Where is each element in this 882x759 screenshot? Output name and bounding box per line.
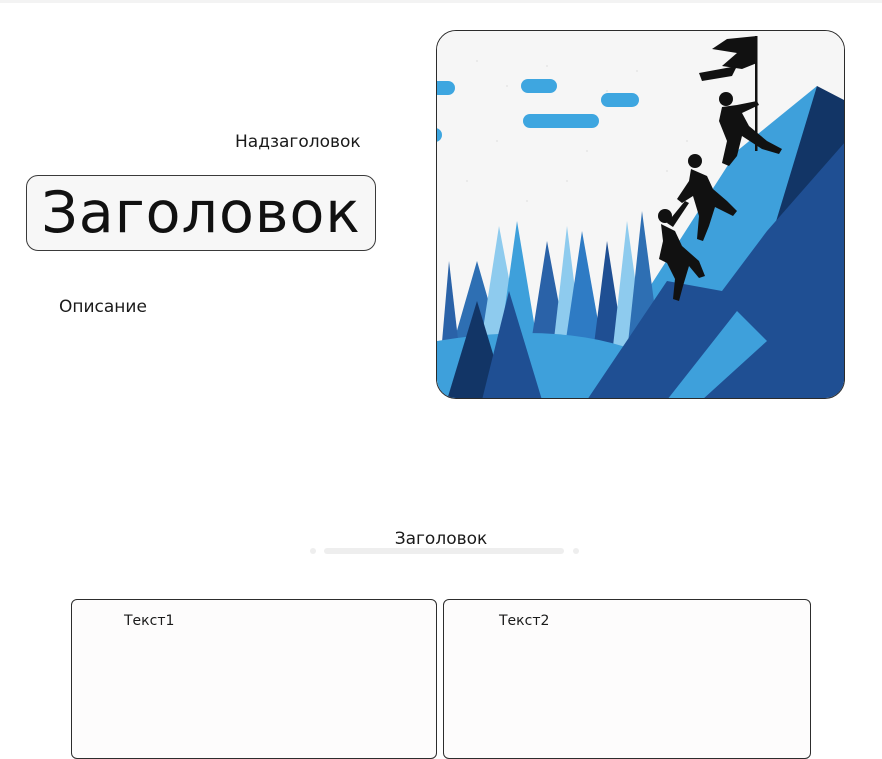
- page-title: Заголовок: [41, 180, 361, 246]
- description-text: Описание: [59, 297, 147, 317]
- top-divider: [0, 0, 882, 3]
- track-dot-right: [573, 548, 579, 554]
- content-card-1[interactable]: Текст1: [71, 599, 437, 759]
- heading-underline-track: [324, 548, 564, 554]
- card-2-text: Текст2: [499, 613, 550, 629]
- section-heading: Заголовок: [394, 529, 488, 549]
- hero-image: [436, 30, 845, 399]
- content-card-2[interactable]: Текст2: [443, 599, 811, 759]
- title-box[interactable]: Заголовок: [26, 175, 376, 251]
- mountain-climbers-illustration-icon: [437, 31, 844, 398]
- track-dot-left: [310, 548, 316, 554]
- card-1-text: Текст1: [124, 613, 175, 629]
- overline-text: Надзаголовок: [235, 132, 361, 152]
